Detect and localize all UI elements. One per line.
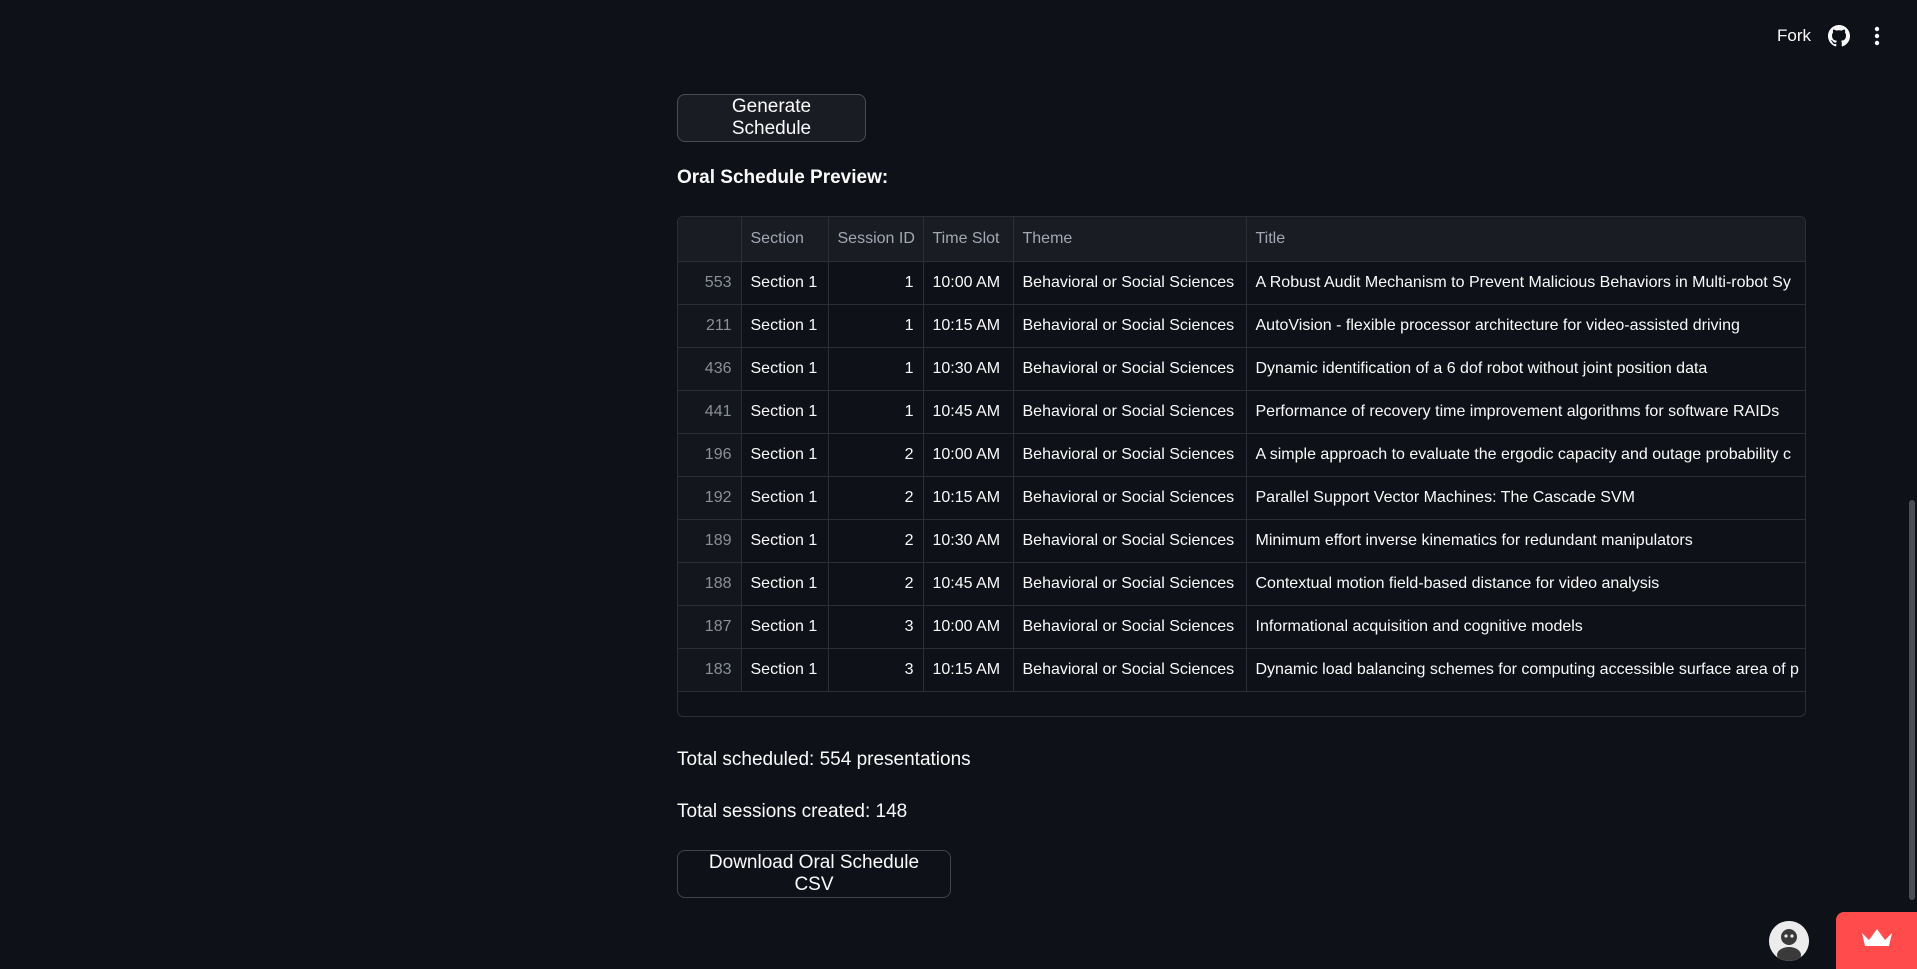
title-cell[interactable]: A simple approach to evaluate the ergodi… [1246, 433, 1805, 477]
theme-cell[interactable]: Behavioral or Social Sciences [1013, 261, 1247, 305]
user-avatar-icon[interactable] [1769, 921, 1809, 961]
title-cell[interactable]: Contextual motion field-based distance f… [1246, 562, 1805, 606]
session-id-cell[interactable]: 2 [828, 519, 924, 563]
section-cell[interactable]: Section 1 [741, 347, 829, 391]
title-cell[interactable]: Parallel Support Vector Machines: The Ca… [1246, 476, 1805, 520]
section-cell[interactable]: Section 1 [741, 390, 829, 434]
title-cell[interactable]: Dynamic load balancing schemes for compu… [1246, 648, 1805, 692]
section-cell[interactable]: Section 1 [741, 433, 829, 477]
time-slot-cell[interactable]: 10:00 AM [923, 433, 1014, 477]
column-header-section[interactable]: Section [741, 217, 829, 262]
section-cell[interactable]: Section 1 [741, 304, 829, 348]
title-cell[interactable]: Informational acquisition and cognitive … [1246, 605, 1805, 649]
session-id-cell[interactable]: 3 [828, 605, 924, 649]
time-slot-cell[interactable]: 10:15 AM [923, 476, 1014, 520]
column-header-title[interactable]: Title [1246, 217, 1805, 262]
fork-link[interactable]: Fork [1777, 26, 1811, 46]
theme-cell[interactable]: Behavioral or Social Sciences [1013, 347, 1247, 391]
theme-cell[interactable]: Behavioral or Social Sciences [1013, 605, 1247, 649]
table-header-row: Section Session ID Time Slot Theme Title [678, 217, 1805, 262]
crown-icon [1860, 927, 1894, 954]
schedule-dataframe[interactable]: Section Session ID Time Slot Theme Title… [677, 216, 1806, 717]
row-index-cell[interactable]: 436 [678, 347, 742, 391]
schedule-table: Section Session ID Time Slot Theme Title… [678, 217, 1805, 692]
title-cell[interactable]: Minimum effort inverse kinematics for re… [1246, 519, 1805, 563]
column-header-index[interactable] [678, 217, 742, 262]
top-toolbar: Fork [0, 0, 1917, 72]
column-header-theme[interactable]: Theme [1013, 217, 1247, 262]
column-header-time-slot[interactable]: Time Slot [923, 217, 1014, 262]
table-row[interactable]: 189 Section 1 2 10:30 AM Behavioral or Socia… [678, 519, 1805, 563]
table-row[interactable]: 553 Section 1 1 10:00 AM Behavioral or Socia… [678, 261, 1805, 305]
section-cell[interactable]: Section 1 [741, 605, 829, 649]
table-row[interactable]: 188 Section 1 2 10:45 AM Behavioral or Socia… [678, 562, 1805, 606]
session-id-cell[interactable]: 2 [828, 562, 924, 606]
streamlit-badge[interactable] [1836, 912, 1917, 969]
table-row[interactable]: 441 Section 1 1 10:45 AM Behavioral or Socia… [678, 390, 1805, 434]
github-icon[interactable] [1828, 25, 1850, 47]
download-csv-button[interactable]: Download Oral Schedule CSV [677, 850, 951, 898]
table-row[interactable]: 196 Section 1 2 10:00 AM Behavioral or Socia… [678, 433, 1805, 477]
table-row[interactable]: 436 Section 1 1 10:30 AM Behavioral or Socia… [678, 347, 1805, 391]
time-slot-cell[interactable]: 10:30 AM [923, 347, 1014, 391]
time-slot-cell[interactable]: 10:45 AM [923, 562, 1014, 606]
session-id-cell[interactable]: 1 [828, 390, 924, 434]
theme-cell[interactable]: Behavioral or Social Sciences [1013, 433, 1247, 477]
section-cell[interactable]: Section 1 [741, 261, 829, 305]
time-slot-cell[interactable]: 10:00 AM [923, 605, 1014, 649]
title-cell[interactable]: Performance of recovery time improvement… [1246, 390, 1805, 434]
total-sessions-text: Total sessions created: 148 [677, 801, 908, 822]
session-id-cell[interactable]: 3 [828, 648, 924, 692]
row-index-cell[interactable]: 189 [678, 519, 742, 563]
row-index-cell[interactable]: 192 [678, 476, 742, 520]
table-row[interactable]: 183 Section 1 3 10:15 AM Behavioral or Socia… [678, 648, 1805, 692]
theme-cell[interactable]: Behavioral or Social Sciences [1013, 304, 1247, 348]
section-cell[interactable]: Section 1 [741, 519, 829, 563]
title-cell[interactable]: A Robust Audit Mechanism to Prevent Mali… [1246, 261, 1805, 305]
time-slot-cell[interactable]: 10:15 AM [923, 648, 1014, 692]
session-id-cell[interactable]: 1 [828, 261, 924, 305]
section-cell[interactable]: Section 1 [741, 562, 829, 606]
theme-cell[interactable]: Behavioral or Social Sciences [1013, 476, 1247, 520]
row-index-cell[interactable]: 211 [678, 304, 742, 348]
theme-cell[interactable]: Behavioral or Social Sciences [1013, 519, 1247, 563]
table-row[interactable]: 211 Section 1 1 10:15 AM Behavioral or Socia… [678, 304, 1805, 348]
session-id-cell[interactable]: 2 [828, 476, 924, 520]
theme-cell[interactable]: Behavioral or Social Sciences [1013, 648, 1247, 692]
row-index-cell[interactable]: 441 [678, 390, 742, 434]
table-row[interactable]: 192 Section 1 2 10:15 AM Behavioral or Socia… [678, 476, 1805, 520]
session-id-cell[interactable]: 2 [828, 433, 924, 477]
row-index-cell[interactable]: 187 [678, 605, 742, 649]
row-index-cell[interactable]: 188 [678, 562, 742, 606]
theme-cell[interactable]: Behavioral or Social Sciences [1013, 562, 1247, 606]
section-cell[interactable]: Section 1 [741, 476, 829, 520]
theme-cell[interactable]: Behavioral or Social Sciences [1013, 390, 1247, 434]
time-slot-cell[interactable]: 10:15 AM [923, 304, 1014, 348]
generate-schedule-button[interactable]: Generate Schedule [677, 94, 866, 142]
column-header-session-id[interactable]: Session ID [828, 217, 924, 262]
title-cell[interactable]: Dynamic identification of a 6 dof robot … [1246, 347, 1805, 391]
session-id-cell[interactable]: 1 [828, 347, 924, 391]
section-cell[interactable]: Section 1 [741, 648, 829, 692]
kebab-menu-icon[interactable] [1867, 25, 1887, 47]
page-scrollbar[interactable] [1909, 500, 1915, 900]
time-slot-cell[interactable]: 10:45 AM [923, 390, 1014, 434]
preview-title: Oral Schedule Preview: [677, 167, 889, 188]
time-slot-cell[interactable]: 10:00 AM [923, 261, 1014, 305]
time-slot-cell[interactable]: 10:30 AM [923, 519, 1014, 563]
title-cell[interactable]: AutoVision - flexible processor architec… [1246, 304, 1805, 348]
table-row[interactable]: 187 Section 1 3 10:00 AM Behavioral or Socia… [678, 605, 1805, 649]
session-id-cell[interactable]: 1 [828, 304, 924, 348]
row-index-cell[interactable]: 196 [678, 433, 742, 477]
row-index-cell[interactable]: 183 [678, 648, 742, 692]
total-scheduled-text: Total scheduled: 554 presentations [677, 749, 971, 770]
row-index-cell[interactable]: 553 [678, 261, 742, 305]
